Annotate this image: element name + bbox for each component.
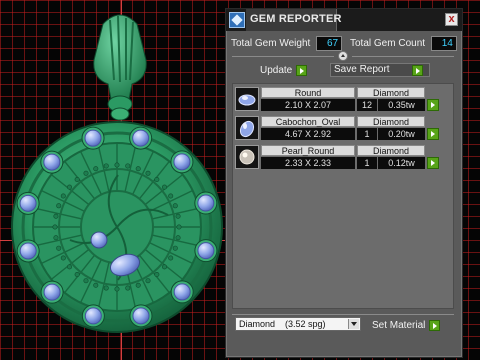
- gem-select-button[interactable]: [427, 99, 439, 111]
- gem-name: Cabochon_Oval: [261, 116, 355, 127]
- gem-weight: 0.12tw: [378, 157, 425, 169]
- oval-gem-icon: [235, 116, 259, 140]
- save-report-button[interactable]: [412, 64, 423, 77]
- total-weight-value: 67: [316, 36, 343, 51]
- divider-left: [232, 56, 334, 57]
- gem-row-round[interactable]: Round 2.10 X 2.07 Diamond 12 0.35tw: [235, 87, 451, 113]
- round-gem-stone[interactable]: [173, 283, 191, 301]
- play-icon: [429, 319, 441, 331]
- round-gem-stone[interactable]: [173, 153, 191, 171]
- gem-weight: 0.35tw: [378, 99, 425, 111]
- round-gem-stone[interactable]: [43, 283, 61, 301]
- gem-select-button[interactable]: [427, 128, 439, 140]
- round-gem-stone[interactable]: [84, 129, 102, 147]
- total-count-value: 14: [430, 36, 457, 51]
- gem-row-pearl-round[interactable]: Pearl_Round 2.33 X 2.33 Diamond 1 0.12tw: [235, 145, 451, 171]
- material-spg: (3.52 spg): [285, 319, 326, 329]
- round-gem-stone[interactable]: [19, 194, 37, 212]
- gem-select-button[interactable]: [427, 157, 439, 169]
- pendant-model[interactable]: [0, 0, 230, 360]
- gem-row-cabochon-oval[interactable]: Cabochon_Oval 4.67 X 2.92 Diamond 1 0.20…: [235, 116, 451, 142]
- play-icon: [296, 64, 308, 76]
- round-gem-stone[interactable]: [43, 153, 61, 171]
- material-select[interactable]: Diamond (3.52 spg): [235, 317, 361, 331]
- divider-right: [352, 56, 454, 57]
- gem-size: 2.10 X 2.07: [261, 99, 355, 111]
- pearl-icon: [235, 145, 259, 169]
- gem-count: 12: [357, 99, 377, 111]
- close-icon[interactable]: x: [445, 13, 458, 26]
- update-button[interactable]: Update: [260, 64, 308, 77]
- round-gem-stone[interactable]: [197, 194, 215, 212]
- set-material-label: Set Material: [372, 320, 426, 331]
- gem-weight: 0.20tw: [378, 128, 425, 140]
- update-label: Update: [260, 65, 293, 76]
- round-gem-stone[interactable]: [197, 242, 215, 260]
- round-gem-icon: [235, 87, 259, 111]
- gem-count: 1: [357, 157, 377, 169]
- gem-material: Diamond: [357, 116, 425, 127]
- save-report-label: Save Report: [334, 64, 390, 75]
- gem-reporter-logo-icon: [229, 12, 245, 28]
- round-gem-stone[interactable]: [84, 307, 102, 325]
- material-name: Diamond: [239, 319, 276, 329]
- round-gem-stone[interactable]: [132, 129, 150, 147]
- gem-name: Pearl_Round: [261, 145, 355, 156]
- panel-title: GEM REPORTER: [250, 13, 342, 25]
- play-icon: [412, 64, 423, 76]
- chevron-down-icon[interactable]: [348, 319, 359, 329]
- gem-size: 2.33 X 2.33: [261, 157, 355, 169]
- panel-titlebar[interactable]: GEM REPORTER x: [226, 9, 462, 31]
- total-count-group: Total Gem Count 14: [350, 36, 457, 51]
- round-gem-stone[interactable]: [19, 242, 37, 260]
- gem-list[interactable]: Round 2.10 X 2.07 Diamond 12 0.35tw Cabo…: [232, 83, 454, 309]
- total-count-label: Total Gem Count: [350, 38, 426, 49]
- gem-size: 4.67 X 2.92: [261, 128, 355, 140]
- gem-count: 1: [357, 128, 377, 140]
- total-weight-label: Total Gem Weight: [231, 38, 311, 49]
- collapse-arrow-icon[interactable]: [338, 51, 348, 61]
- round-gem-stone[interactable]: [132, 307, 150, 325]
- total-weight-group: Total Gem Weight 67: [231, 36, 343, 51]
- gem-name: Round: [261, 87, 355, 98]
- gem-material: Diamond: [357, 145, 425, 156]
- gem-material: Diamond: [357, 87, 425, 98]
- bottom-divider: [232, 314, 454, 315]
- set-material-button[interactable]: Set Material: [372, 319, 441, 332]
- gem-reporter-panel: GEM REPORTER x Total Gem Weight 67 Total…: [225, 8, 463, 358]
